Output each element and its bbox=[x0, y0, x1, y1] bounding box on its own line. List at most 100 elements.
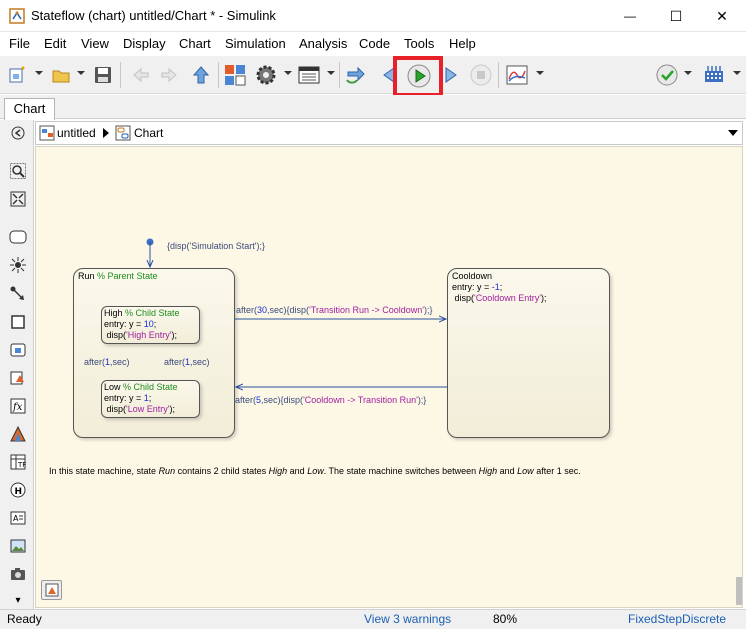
menu-code[interactable]: Code bbox=[359, 36, 390, 51]
chart-icon bbox=[115, 125, 131, 141]
model-explorer-dropdown[interactable] bbox=[327, 71, 335, 75]
menu-view[interactable]: View bbox=[81, 36, 109, 51]
state-cooldown[interactable]: Cooldown entry: y = -1; disp('Cooldown E… bbox=[447, 268, 610, 438]
state-low-disp-end: ); bbox=[169, 404, 175, 414]
tab-strip bbox=[0, 95, 746, 119]
state-high[interactable]: High % Child State entry: y = 10; disp('… bbox=[101, 306, 200, 344]
menu-chart[interactable]: Chart bbox=[179, 36, 211, 51]
model-explorer-button[interactable] bbox=[298, 64, 320, 86]
model-advisor-button[interactable] bbox=[656, 64, 678, 86]
state-cooldown-entry-value: -1 bbox=[491, 282, 500, 292]
history-junction-button[interactable] bbox=[9, 256, 27, 274]
menu-file[interactable]: File bbox=[9, 36, 30, 51]
transition-cooldown-run-label[interactable]: after(5,sec){disp('Cooldown -> Transitio… bbox=[235, 395, 426, 405]
stop-button[interactable] bbox=[470, 64, 492, 86]
run-button-highlight bbox=[393, 56, 443, 97]
state-low[interactable]: Low % Child State entry: y = 1; disp('Lo… bbox=[101, 380, 200, 418]
image-button[interactable] bbox=[9, 537, 27, 555]
truth-table-button[interactable]: TF bbox=[9, 453, 27, 471]
up-button[interactable] bbox=[190, 64, 212, 86]
vertical-scroll-thumb[interactable] bbox=[736, 577, 742, 605]
simulink-function-button[interactable] bbox=[9, 341, 27, 359]
stop-icon bbox=[470, 64, 492, 86]
annotation-button[interactable]: A bbox=[9, 509, 27, 527]
snapshot-button[interactable] bbox=[9, 565, 27, 583]
menu-tools[interactable]: Tools bbox=[404, 36, 434, 51]
save-button[interactable] bbox=[92, 64, 114, 86]
new-model-dropdown[interactable] bbox=[35, 71, 43, 75]
menu-simulation[interactable]: Simulation bbox=[225, 36, 286, 51]
expand-palette-button[interactable]: ▾ bbox=[9, 591, 27, 609]
breadcrumb-dropdown-icon[interactable] bbox=[728, 130, 738, 136]
minimize-button[interactable]: — bbox=[607, 0, 653, 32]
build-button[interactable] bbox=[703, 64, 725, 86]
box-tool-button[interactable] bbox=[9, 313, 27, 331]
library-browser-button[interactable] bbox=[224, 64, 246, 86]
model-browser-icon bbox=[45, 583, 58, 597]
object-palette: fx TF H A ▾ bbox=[0, 120, 34, 609]
state-high-comment: % Child State bbox=[125, 308, 180, 318]
menu-analysis[interactable]: Analysis bbox=[299, 36, 347, 51]
breadcrumb-root[interactable]: untitled bbox=[57, 126, 96, 140]
history-button[interactable]: H bbox=[9, 481, 27, 499]
maximize-button[interactable]: ☐ bbox=[653, 0, 699, 32]
forward-icon bbox=[161, 67, 177, 83]
zoom-button[interactable] bbox=[9, 162, 27, 180]
graphical-function-button[interactable]: fx bbox=[9, 397, 27, 415]
transition-run-cooldown-label[interactable]: after(30,sec){disp('Transition Run -> Co… bbox=[236, 305, 433, 315]
hide-show-explorer-button[interactable] bbox=[9, 124, 27, 142]
build-dropdown[interactable] bbox=[733, 71, 741, 75]
matlab-function-button[interactable] bbox=[9, 369, 27, 387]
menu-display[interactable]: Display bbox=[123, 36, 166, 51]
transition-high-low-label[interactable]: after(1,sec) bbox=[164, 357, 210, 367]
label-after-keyword: after( bbox=[236, 305, 258, 315]
breadcrumb-chart[interactable]: Chart bbox=[134, 126, 163, 140]
svg-text:A: A bbox=[13, 514, 19, 523]
model-browser-toggle-button[interactable] bbox=[41, 580, 62, 600]
desc-text: and bbox=[287, 466, 308, 476]
desc-text: contains 2 child states bbox=[175, 466, 269, 476]
state-run-name: Run bbox=[78, 271, 95, 281]
model-config-dropdown[interactable] bbox=[284, 71, 292, 75]
view-warnings-link[interactable]: View 3 warnings bbox=[364, 612, 451, 626]
label-after-keyword: after( bbox=[164, 357, 186, 367]
data-inspector-button[interactable] bbox=[506, 64, 528, 86]
state-cooldown-text: Cooldown entry: y = -1; disp('Cooldown E… bbox=[452, 271, 546, 304]
model-config-icon bbox=[256, 65, 276, 85]
desc-text: In this state machine, state bbox=[49, 466, 159, 476]
back-button[interactable] bbox=[130, 64, 152, 86]
minimize-icon: — bbox=[624, 9, 636, 23]
state-tool-button[interactable] bbox=[9, 228, 27, 246]
menu-bar: File Edit View Display Chart Simulation … bbox=[0, 33, 746, 55]
data-inspector-dropdown[interactable] bbox=[536, 71, 544, 75]
stateflow-canvas[interactable]: {disp('Simulation Start');} Run % Parent… bbox=[35, 146, 743, 608]
state-cooldown-disp-end: ); bbox=[540, 293, 547, 303]
transition-low-high-label[interactable]: after(1,sec) bbox=[84, 357, 130, 367]
step-forward-button[interactable] bbox=[440, 64, 462, 86]
new-model-button[interactable] bbox=[7, 64, 29, 86]
toolbar: » bbox=[0, 56, 746, 141]
fit-to-view-button[interactable] bbox=[9, 190, 27, 208]
default-transition-button[interactable] bbox=[9, 285, 27, 303]
menu-edit[interactable]: Edit bbox=[44, 36, 66, 51]
tab-chart[interactable]: Chart bbox=[4, 98, 55, 120]
simulink-state-button[interactable] bbox=[9, 425, 27, 443]
fit-to-view-icon bbox=[10, 191, 26, 207]
update-diagram-button[interactable] bbox=[345, 64, 367, 86]
open-button[interactable] bbox=[50, 64, 72, 86]
toolbar-separator bbox=[498, 62, 499, 88]
close-button[interactable]: ✕ bbox=[699, 0, 745, 32]
simulation-start-action[interactable]: {disp('Simulation Start');} bbox=[167, 241, 265, 251]
state-cooldown-entry: entry: y = bbox=[452, 282, 492, 292]
zoom-icon bbox=[10, 163, 26, 179]
model-config-button[interactable] bbox=[255, 64, 277, 86]
history-junction-icon bbox=[10, 257, 26, 273]
solver-link[interactable]: FixedStepDiscrete bbox=[628, 612, 726, 626]
state-cooldown-entry-end: ; bbox=[499, 282, 503, 292]
forward-button[interactable] bbox=[158, 64, 180, 86]
label-after-keyword: after( bbox=[235, 395, 257, 405]
open-dropdown[interactable] bbox=[77, 71, 85, 75]
menu-help[interactable]: Help bbox=[449, 36, 476, 51]
model-advisor-dropdown[interactable] bbox=[684, 71, 692, 75]
label-disp-string: 'Cooldown -> Transition Run' bbox=[303, 395, 418, 405]
